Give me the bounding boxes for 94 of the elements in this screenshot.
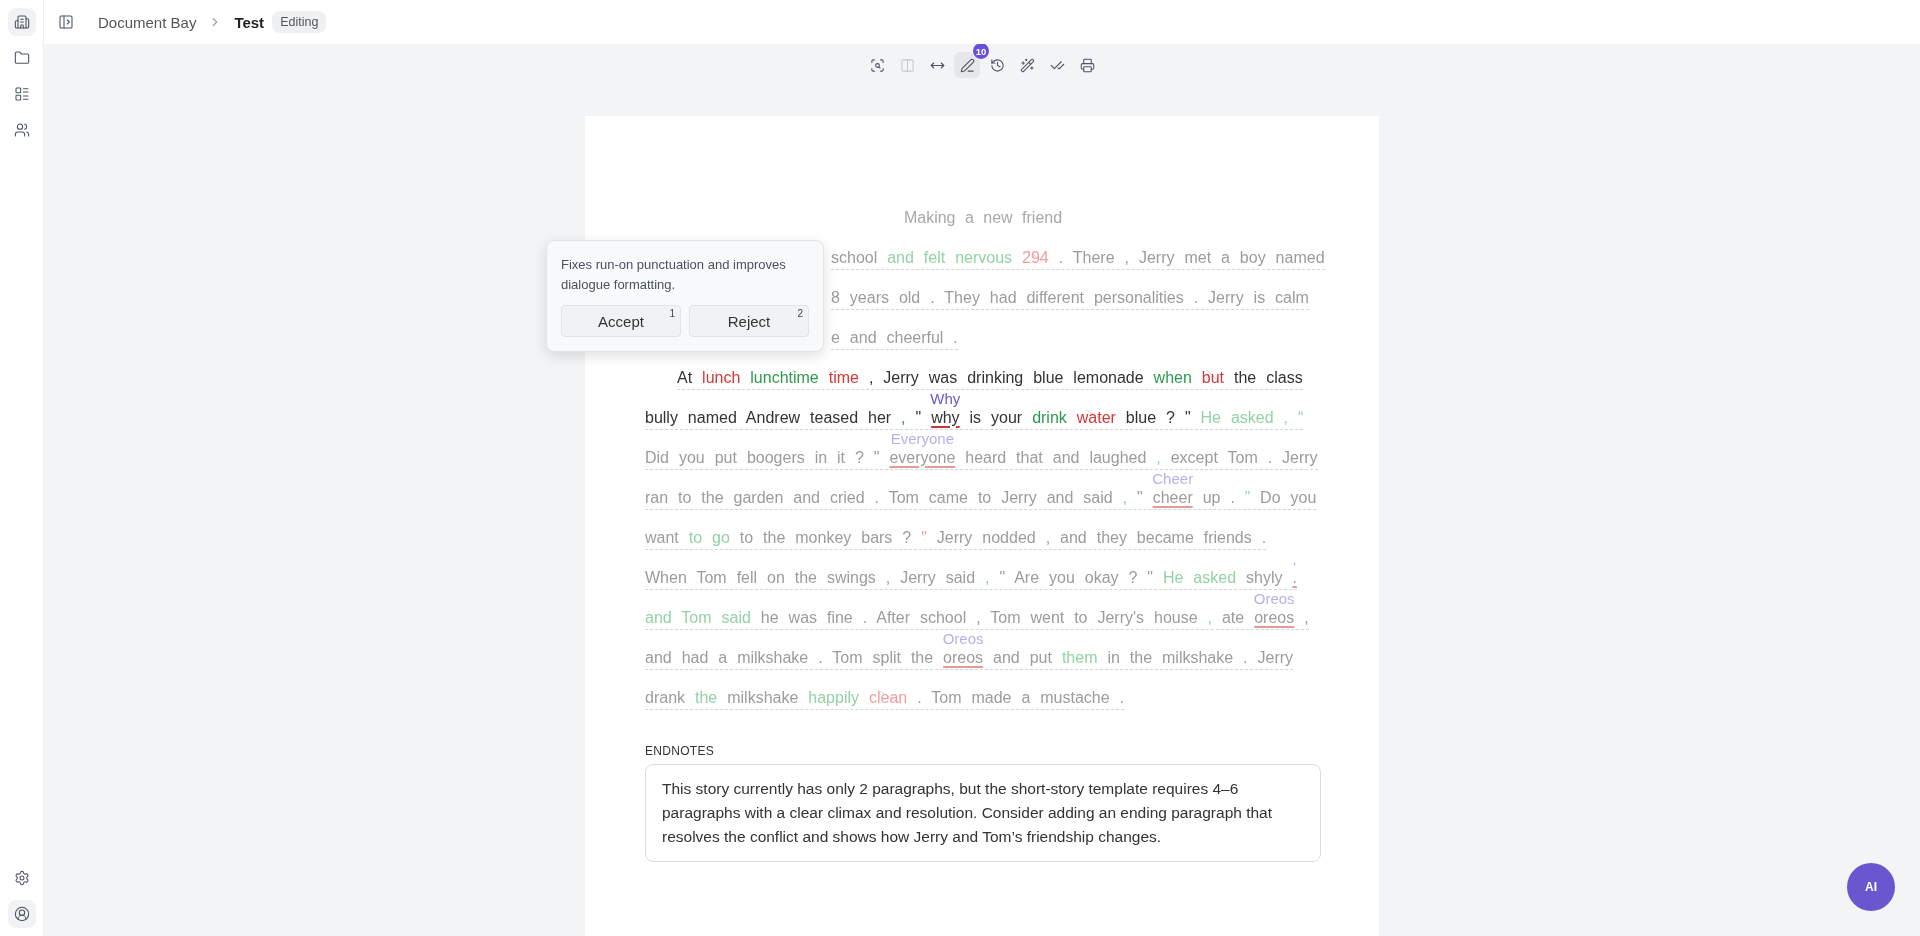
- inserted-text: He asked , “: [1200, 408, 1304, 426]
- user-button[interactable]: [7, 900, 36, 928]
- inserted-text: drink: [1032, 408, 1067, 426]
- deleted-text: but: [1201, 368, 1225, 386]
- story-text: 8 years old . They had different personalities . Jerry is calm: [831, 288, 1309, 306]
- suggestion-description: Fixes run-on punctuation and improves dialogue formatting.: [561, 256, 787, 294]
- suggestion-label[interactable]: Oreos: [1253, 587, 1295, 610]
- breadcrumb-link[interactable]: Document Bay: [98, 13, 197, 31]
- inserted-text: happily: [808, 688, 859, 706]
- status-badge: Editing: [272, 11, 327, 33]
- story-text: drank: [645, 688, 686, 706]
- story-text: ran to the garden and cried . Tom came to Jerry and said: [645, 488, 1113, 506]
- story-text: blue ? ": [1125, 408, 1191, 426]
- story-text: At: [677, 368, 693, 386]
- story-text: e and cheerful .: [831, 328, 958, 346]
- story-text: in the milkshake . Jerry: [1107, 648, 1294, 666]
- suggestion-label[interactable]: Oreos: [942, 627, 984, 650]
- endnotes-box[interactable]: This story currently has only 2 paragraphs, but the short-story template requires 4–6 paragraphs with a clear climax and resolution. Consider adding an ending paragraph that resolves the conflict and shows how Jerry and Tom’s friendship changes.: [645, 764, 1321, 862]
- layout-icon: [13, 86, 30, 102]
- suggestion-label[interactable]: ,: [1292, 547, 1297, 570]
- story-text: ": [915, 408, 922, 426]
- story-text: is your: [969, 408, 1023, 426]
- document-title: Making a new friend: [902, 208, 1064, 228]
- columns-icon: [899, 57, 915, 73]
- suggestion-button[interactable]: Reject 2: [689, 305, 809, 337]
- story-text: and put: [993, 648, 1052, 666]
- story-text: When Tom fell on the swings , Jerry said: [645, 568, 976, 586]
- story-text: the class: [1234, 368, 1303, 386]
- user-icon: [13, 906, 30, 922]
- building-icon: [13, 14, 30, 30]
- deleted-text: lunch: [702, 368, 741, 386]
- sidebar-toggle-icon[interactable]: [58, 14, 74, 30]
- flagged-word[interactable]: cheer: [1152, 488, 1193, 506]
- pen-icon: [959, 57, 975, 73]
- inserted-text: ”: [1244, 488, 1251, 506]
- story-text: . Tom made a mustache .: [917, 688, 1124, 706]
- story-text: and had a milkshake . Tom split the: [645, 648, 934, 666]
- deleted-text: ": [921, 528, 927, 546]
- inserted-text: and Tom said: [645, 608, 751, 626]
- deleted-text: water: [1076, 408, 1116, 426]
- inserted-text: lunchtime: [750, 368, 819, 386]
- magic-wand-icon: [1019, 57, 1035, 73]
- endnotes-label: ENDNOTES: [645, 744, 716, 758]
- story-text: ": [1137, 488, 1143, 506]
- inserted-text: and felt nervous: [887, 248, 1013, 266]
- story-text: to the monkey bars ?: [739, 528, 912, 546]
- deleted-text: 294: [1022, 248, 1049, 266]
- story-text: except Tom . Jerry: [1170, 448, 1318, 466]
- flagged-word[interactable]: everyone: [889, 448, 956, 466]
- story-text: heard that and laughed: [965, 448, 1147, 466]
- story-text: , Jerry was drinking blue lemonade: [868, 368, 1144, 386]
- inserted-text: ,: [1207, 608, 1212, 626]
- story-text: " Are you okay ? ": [999, 568, 1153, 586]
- building-button[interactable]: [7, 8, 36, 36]
- story-text: Did you put boogers in it ? ": [645, 448, 880, 466]
- print-icon: [1079, 57, 1095, 73]
- flagged-word[interactable]: oreos: [943, 648, 984, 666]
- folder-icon: [13, 50, 30, 66]
- deleted-text: time: [828, 368, 859, 386]
- story-text: Jerry nodded , and they became friends .: [936, 528, 1267, 546]
- story-text: shyly: [1246, 568, 1283, 586]
- suggestion-label[interactable]: Cheer: [1152, 467, 1194, 490]
- story-text: ,: [1304, 608, 1309, 626]
- story-text: want: [645, 528, 679, 546]
- inserted-text: ,: [1156, 448, 1161, 466]
- story-text: bully named Andrew teased her: [645, 408, 892, 426]
- history-icon: [989, 57, 1005, 73]
- scan-search-icon: [869, 57, 885, 73]
- inserted-text: when: [1153, 368, 1192, 386]
- flagged-word[interactable]: oreos: [1254, 608, 1295, 626]
- inserted-text: the: [695, 688, 718, 706]
- suggestion-button[interactable]: Accept 1: [561, 305, 681, 337]
- inserted-text: to go: [688, 528, 730, 546]
- users-icon: [13, 122, 30, 138]
- story-text: up .: [1202, 488, 1235, 506]
- inserted-text: He asked: [1162, 568, 1237, 586]
- count-badge: 10: [972, 44, 990, 60]
- ai-assistant-button[interactable]: AI: [1847, 863, 1895, 911]
- inserted-text: ,: [901, 408, 906, 426]
- settings-icon: [13, 870, 30, 886]
- suggestion-label[interactable]: Everyone: [890, 427, 955, 450]
- story-text: school: [831, 248, 878, 266]
- inserted-text: ,: [1122, 488, 1128, 506]
- inserted-text: ,: [985, 568, 990, 586]
- story-text: Do you: [1260, 488, 1317, 506]
- breadcrumb-link[interactable]: Test: [234, 13, 265, 31]
- suggestion-label[interactable]: Why: [930, 387, 961, 410]
- story-text: ate: [1221, 608, 1245, 626]
- inserted-text: them: [1061, 648, 1098, 666]
- flagged-word[interactable]: .: [1292, 568, 1297, 586]
- story-text: milkshake: [727, 688, 799, 706]
- story-text: . There , Jerry met a boy named: [1058, 248, 1325, 266]
- flagged-word[interactable]: why: [931, 408, 960, 426]
- story-text: he was fine . After school , Tom went to Jerry's house: [760, 608, 1198, 626]
